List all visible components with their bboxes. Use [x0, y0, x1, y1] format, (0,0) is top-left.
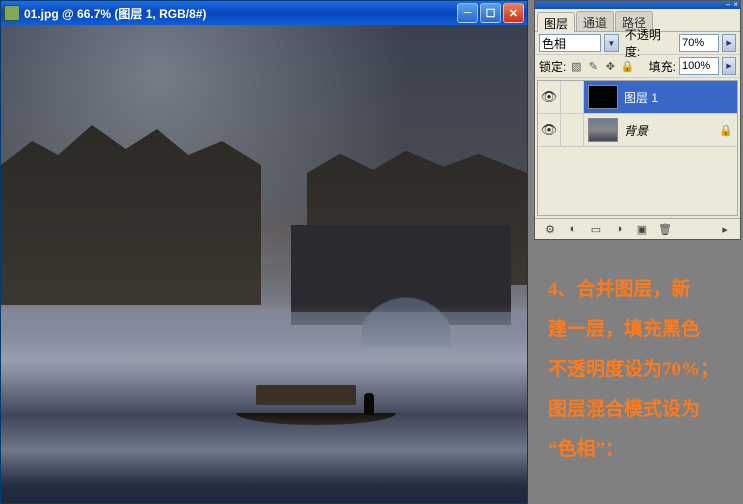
visibility-toggle-icon[interactable]: 👁: [538, 81, 561, 113]
document-canvas[interactable]: [1, 25, 527, 503]
blend-mode-dropdown-icon[interactable]: ▼: [604, 34, 619, 52]
lock-label: 锁定:: [539, 58, 566, 75]
instruction-line: 4、合并图层，新: [548, 270, 727, 310]
fill-input[interactable]: 100%: [679, 57, 719, 75]
lock-fill-row: 锁定: ▧ ✎ ✥ 🔒 填充: 100% ▶: [535, 55, 740, 78]
layers-list: 👁 图层 1 👁 背景 🔒: [537, 80, 738, 216]
link-col[interactable]: [561, 81, 584, 113]
adjustment-button[interactable]: ◑: [610, 222, 628, 237]
document-titlebar[interactable]: 01.jpg @ 66.7% (图层 1, RGB/8#) ─ ☐ ✕: [1, 1, 527, 25]
blend-mode-select[interactable]: 色相: [539, 34, 601, 52]
layer-thumbnail[interactable]: [588, 118, 618, 142]
folder-button[interactable]: ▭: [587, 222, 605, 237]
instruction-line: “色相”：: [548, 430, 727, 470]
tab-layers[interactable]: 图层: [537, 12, 575, 32]
new-layer-button[interactable]: ▣: [633, 222, 651, 237]
maximize-button[interactable]: ☐: [480, 3, 501, 23]
layer-name[interactable]: 图层 1: [622, 89, 737, 106]
document-title: 01.jpg @ 66.7% (图层 1, RGB/8#): [24, 5, 457, 22]
link-col[interactable]: [561, 114, 584, 146]
opacity-dropdown-icon[interactable]: ▶: [722, 34, 736, 52]
lock-all-icon[interactable]: 🔒: [620, 59, 634, 73]
tab-channels[interactable]: 通道: [576, 11, 614, 31]
panel-minimize-icon[interactable]: –: [726, 2, 730, 8]
lock-paint-icon[interactable]: ✎: [586, 59, 600, 73]
canvas-fog-low: [1, 415, 527, 485]
document-window: 01.jpg @ 66.7% (图层 1, RGB/8#) ─ ☐ ✕: [0, 0, 528, 504]
minimize-button[interactable]: ─: [457, 3, 478, 23]
window-buttons: ─ ☐ ✕: [457, 3, 524, 23]
fill-dropdown-icon[interactable]: ▶: [722, 57, 736, 75]
file-icon: [4, 5, 20, 21]
visibility-toggle-icon[interactable]: 👁: [538, 114, 561, 146]
panel-titlebar[interactable]: – ×: [535, 1, 740, 9]
trash-button[interactable]: 🗑: [656, 222, 674, 237]
mask-button[interactable]: ◐: [564, 222, 582, 237]
lock-position-icon[interactable]: ✥: [603, 59, 617, 73]
lock-icons: ▧ ✎ ✥ 🔒: [569, 59, 634, 73]
lock-transparency-icon[interactable]: ▧: [569, 59, 583, 73]
instruction-line: 图层混合模式设为: [548, 390, 727, 430]
instruction-box: 4、合并图层，新 建一层，填充黑色 不透明度设为70%； 图层混合模式设为 “色…: [534, 252, 741, 502]
layer-thumbnail[interactable]: [588, 85, 618, 109]
close-button[interactable]: ✕: [503, 3, 524, 23]
instruction-line: 建一层，填充黑色: [548, 310, 727, 350]
opacity-input[interactable]: 70%: [679, 34, 719, 52]
panel-toolbar: ⚙ ◐ ▭ ◑ ▣ 🗑 ▸: [535, 218, 740, 239]
lock-icon: 🔒: [719, 124, 737, 137]
layer-name[interactable]: 背景: [622, 122, 719, 139]
layer-row[interactable]: 👁 图层 1: [538, 81, 737, 114]
layers-panel: – × 图层 通道 路径 色相 ▼ 不透明度: 70% ▶ 锁定: ▧ ✎ ✥ …: [534, 0, 741, 240]
blend-opacity-row: 色相 ▼ 不透明度: 70% ▶: [535, 32, 740, 55]
fill-label: 填充:: [649, 58, 676, 75]
instruction-line: 不透明度设为70%；: [548, 350, 727, 390]
fx-button[interactable]: ⚙: [541, 222, 559, 237]
panel-close-icon[interactable]: ×: [733, 2, 738, 8]
layer-row[interactable]: 👁 背景 🔒: [538, 114, 737, 147]
panel-menu-icon[interactable]: ▸: [716, 222, 734, 237]
